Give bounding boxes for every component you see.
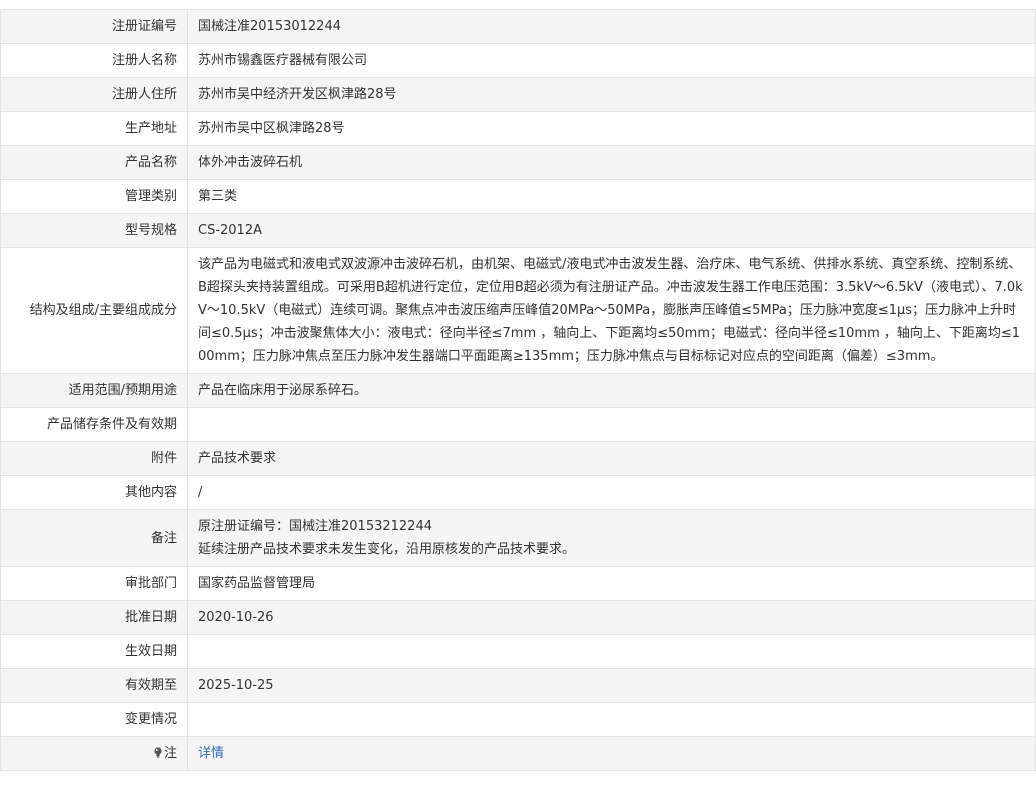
- row-value: 2025-10-25: [187, 668, 1036, 703]
- row-label: 审批部门: [0, 566, 188, 601]
- remark-line: 延续注册产品技术要求未发生变化，沿用原核发的产品技术要求。: [198, 542, 576, 557]
- row-label: 生效日期: [0, 634, 188, 669]
- row-management-category: 管理类别 第三类: [0, 179, 1036, 214]
- row-value: 产品在临床用于泌尿系碎石。: [187, 373, 1036, 408]
- row-value: 苏州市吴中经济开发区枫津路28号: [187, 77, 1036, 112]
- row-note: 注 详情: [0, 736, 1036, 771]
- row-intended-use: 适用范围/预期用途 产品在临床用于泌尿系碎石。: [0, 373, 1036, 408]
- row-label: 型号规格: [0, 213, 188, 248]
- details-link[interactable]: 详情: [198, 746, 224, 761]
- row-label: 批准日期: [0, 600, 188, 635]
- row-remarks: 备注 原注册证编号：国械注准20153212244 延续注册产品技术要求未发生变…: [0, 509, 1036, 567]
- row-value: 2020-10-26: [187, 600, 1036, 635]
- row-value: 国家药品监督管理局: [187, 566, 1036, 601]
- row-value: [187, 634, 1036, 669]
- row-value: 该产品为电磁式和液电式双波源冲击波碎石机，由机架、电磁式/液电式冲击波发生器、治…: [187, 247, 1036, 374]
- row-label: 产品储存条件及有效期: [0, 407, 188, 442]
- row-value: /: [187, 475, 1036, 510]
- row-label: 备注: [0, 509, 188, 567]
- row-label: 注册证编号: [0, 9, 188, 44]
- note-label-cell: 注: [0, 736, 188, 771]
- row-label: 产品名称: [0, 145, 188, 180]
- row-label: 有效期至: [0, 668, 188, 703]
- row-label: 变更情况: [0, 702, 188, 737]
- registration-detail-page: 注册证编号 国械注准20153012244 注册人名称 苏州市锡鑫医疗器械有限公…: [0, 0, 1036, 795]
- lightbulb-icon: [154, 747, 162, 758]
- row-registrant-name: 注册人名称 苏州市锡鑫医疗器械有限公司: [0, 43, 1036, 78]
- row-label: 适用范围/预期用途: [0, 373, 188, 408]
- row-label: 其他内容: [0, 475, 188, 510]
- row-value: [187, 702, 1036, 737]
- row-storage-validity: 产品储存条件及有效期: [0, 407, 1036, 442]
- row-product-name: 产品名称 体外冲击波碎石机: [0, 145, 1036, 180]
- row-effective-date: 生效日期: [0, 634, 1036, 669]
- row-value: 体外冲击波碎石机: [187, 145, 1036, 180]
- row-other-content: 其他内容 /: [0, 475, 1036, 510]
- row-value: CS-2012A: [187, 213, 1036, 248]
- row-label: 结构及组成/主要组成成分: [0, 247, 188, 374]
- row-label: 注册人住所: [0, 77, 188, 112]
- row-label: 生产地址: [0, 111, 188, 146]
- row-approval-department: 审批部门 国家药品监督管理局: [0, 566, 1036, 601]
- row-value: 产品技术要求: [187, 441, 1036, 476]
- row-approval-date: 批准日期 2020-10-26: [0, 600, 1036, 635]
- row-registrant-address: 注册人住所 苏州市吴中经济开发区枫津路28号: [0, 77, 1036, 112]
- note-label: 注: [163, 746, 177, 761]
- registration-detail-table: 注册证编号 国械注准20153012244 注册人名称 苏州市锡鑫医疗器械有限公…: [0, 9, 1036, 771]
- row-structure-composition: 结构及组成/主要组成成分 该产品为电磁式和液电式双波源冲击波碎石机，由机架、电磁…: [0, 247, 1036, 374]
- row-attachments: 附件 产品技术要求: [0, 441, 1036, 476]
- row-registration-number: 注册证编号 国械注准20153012244: [0, 9, 1036, 44]
- row-change-status: 变更情况: [0, 702, 1036, 737]
- row-value: [187, 407, 1036, 442]
- row-model-spec: 型号规格 CS-2012A: [0, 213, 1036, 248]
- row-label: 附件: [0, 441, 188, 476]
- row-label: 管理类别: [0, 179, 188, 214]
- row-value: 第三类: [187, 179, 1036, 214]
- row-value: 原注册证编号：国械注准20153212244 延续注册产品技术要求未发生变化，沿…: [187, 509, 1036, 567]
- remark-line: 原注册证编号：国械注准20153212244: [198, 519, 432, 534]
- row-production-address: 生产地址 苏州市吴中区枫津路28号: [0, 111, 1036, 146]
- row-value: 详情: [187, 736, 1036, 771]
- row-label: 注册人名称: [0, 43, 188, 78]
- row-valid-until: 有效期至 2025-10-25: [0, 668, 1036, 703]
- row-value: 国械注准20153012244: [187, 9, 1036, 44]
- row-value: 苏州市吴中区枫津路28号: [187, 111, 1036, 146]
- row-value: 苏州市锡鑫医疗器械有限公司: [187, 43, 1036, 78]
